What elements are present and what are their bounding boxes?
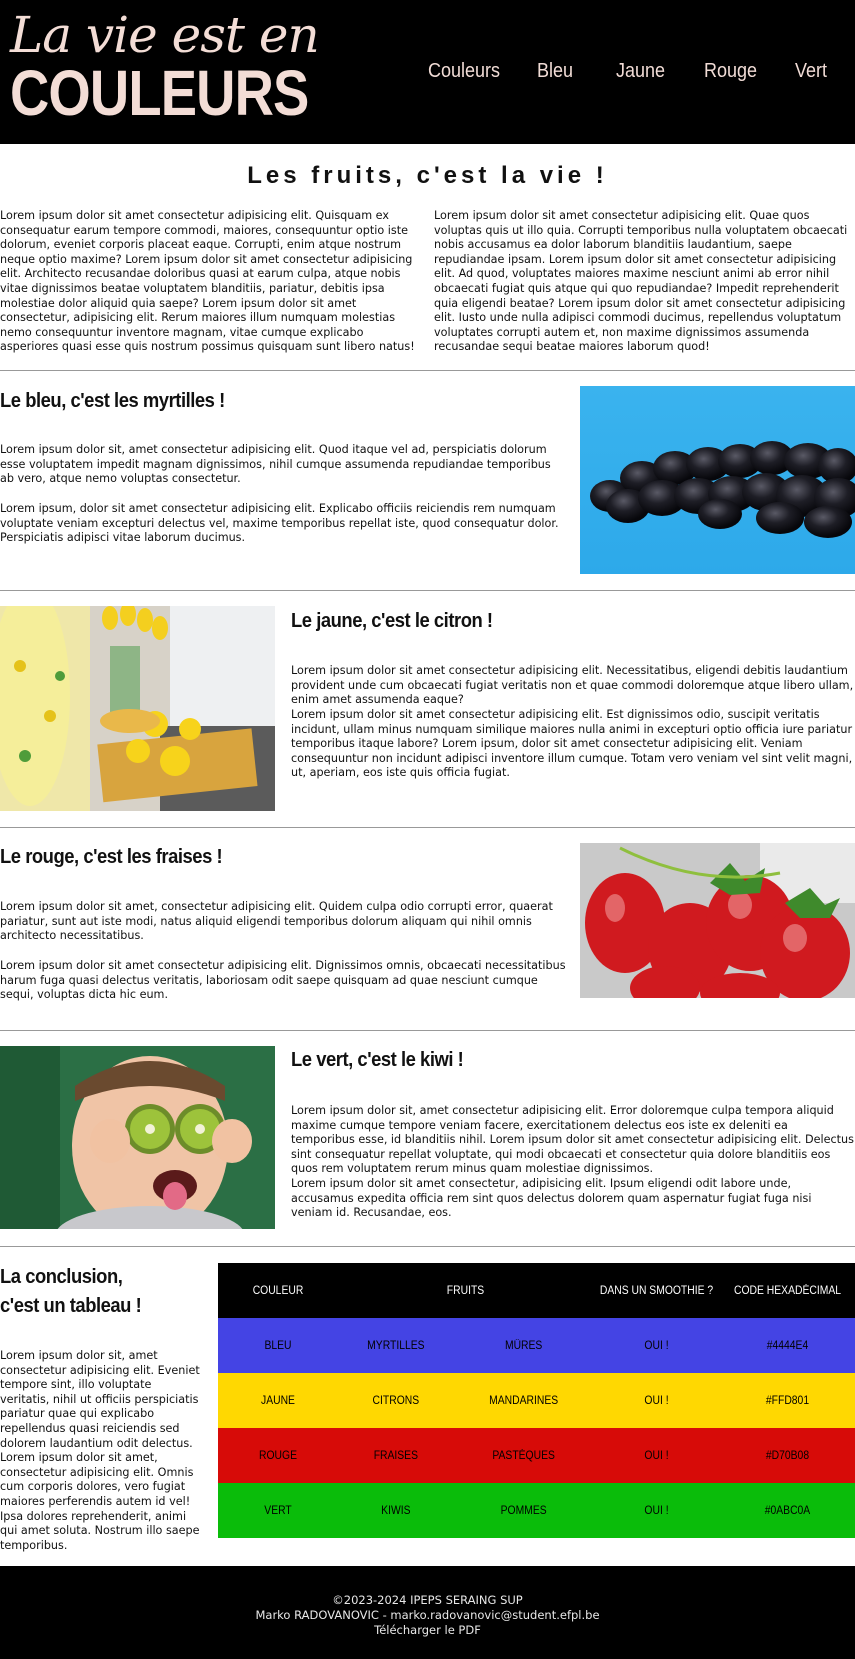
cell-fruit: CITRONS bbox=[372, 1394, 420, 1407]
section-divider bbox=[0, 827, 855, 828]
table-row: ROUGE FRAISES PASTÈQUES OUI ! #D70B08 bbox=[218, 1428, 855, 1483]
conclusion-title-line1: La conclusion, bbox=[0, 1266, 123, 1288]
nav-link-couleurs[interactable]: Couleurs bbox=[428, 60, 500, 83]
strawberries-image bbox=[580, 843, 855, 998]
table-row: JAUNE CITRONS MANDARINES OUI ! #FFD801 bbox=[218, 1373, 855, 1428]
cell-smoothie: OUI ! bbox=[644, 1504, 669, 1517]
nav-link-rouge[interactable]: Rouge bbox=[704, 60, 757, 83]
cell-couleur: VERT bbox=[264, 1504, 292, 1517]
section-divider bbox=[0, 590, 855, 591]
cell-fruit: PASTÈQUES bbox=[492, 1449, 555, 1462]
section-divider bbox=[0, 1030, 855, 1031]
cell-hex: #D70B08 bbox=[765, 1449, 810, 1462]
bleu-paragraph-2: Lorem ipsum, dolor sit amet consectetur … bbox=[0, 502, 559, 545]
cell-fruit: MANDARINES bbox=[488, 1394, 558, 1407]
cell-fruit: POMMES bbox=[500, 1504, 547, 1517]
footer-author: Marko RADOVANOVIC - marko.radovanovic@st… bbox=[255, 1608, 600, 1622]
table-row: VERT KIWIS POMMES OUI ! #0ABC0A bbox=[218, 1483, 855, 1538]
table-header-hex: CODE HEXADÉCIMAL bbox=[734, 1284, 841, 1297]
cell-couleur: JAUNE bbox=[261, 1394, 295, 1407]
cell-smoothie: OUI ! bbox=[644, 1339, 669, 1352]
section-divider bbox=[0, 1246, 855, 1247]
cell-fruit: MYRTILLES bbox=[367, 1339, 425, 1352]
nav-link-jaune[interactable]: Jaune bbox=[616, 60, 665, 83]
footer-copyright: ©2023-2024 IPEPS SERAING SUP bbox=[332, 1593, 523, 1607]
cell-couleur: BLEU bbox=[264, 1339, 292, 1352]
site-footer: ©2023-2024 IPEPS SERAING SUP Marko RADOV… bbox=[0, 1566, 855, 1659]
cell-hex: #0ABC0A bbox=[764, 1504, 811, 1517]
kiwi-boy-image bbox=[0, 1046, 275, 1229]
table-header-fruits: FRUITS bbox=[446, 1284, 485, 1297]
section-title-jaune: Le jaune, c'est le citron ! bbox=[291, 610, 493, 632]
intro-paragraph-right: Lorem ipsum dolor sit amet consectetur a… bbox=[434, 209, 848, 354]
lemons-image bbox=[0, 606, 275, 811]
download-pdf-link[interactable]: Télécharger le PDF bbox=[374, 1623, 481, 1637]
jaune-paragraph-1: Lorem ipsum dolor sit amet consectetur a… bbox=[291, 664, 854, 707]
site-header: La vie est en COULEURS Couleurs Bleu Jau… bbox=[0, 0, 855, 144]
fruits-table: COULEUR FRUITS DANS UN SMOOTHIE ? CODE H… bbox=[218, 1263, 855, 1538]
section-title-bleu: Le bleu, c'est les myrtilles ! bbox=[0, 390, 225, 412]
table-row: BLEU MYRTILLES MÛRES OUI ! #4444E4 bbox=[218, 1318, 855, 1373]
blackberries-image bbox=[580, 386, 855, 574]
cell-smoothie: OUI ! bbox=[644, 1394, 669, 1407]
section-title-rouge: Le rouge, c'est les fraises ! bbox=[0, 846, 223, 868]
table-header-couleur: COULEUR bbox=[252, 1284, 304, 1297]
nav-link-bleu[interactable]: Bleu bbox=[537, 60, 573, 83]
intro-paragraph-left: Lorem ipsum dolor sit amet consectetur a… bbox=[0, 209, 415, 354]
vert-paragraph-2: Lorem ipsum dolor sit amet consectetur, … bbox=[291, 1177, 812, 1220]
bleu-paragraph-1: Lorem ipsum dolor sit, amet consectetur … bbox=[0, 443, 551, 486]
nav-link-vert[interactable]: Vert bbox=[795, 60, 827, 83]
section-divider bbox=[0, 370, 855, 371]
rouge-paragraph-2: Lorem ipsum dolor sit amet consectetur a… bbox=[0, 959, 566, 1002]
cell-fruit: KIWIS bbox=[381, 1504, 411, 1517]
conclusion-paragraph: Lorem ipsum dolor sit, amet consectetur … bbox=[0, 1349, 200, 1552]
jaune-paragraph-2: Lorem ipsum dolor sit amet consectetur a… bbox=[291, 708, 853, 780]
cell-smoothie: OUI ! bbox=[644, 1449, 669, 1462]
cell-hex: #FFD801 bbox=[765, 1394, 810, 1407]
conclusion-title-line2: c'est un tableau ! bbox=[0, 1295, 142, 1317]
cell-fruit: MÛRES bbox=[504, 1339, 543, 1352]
vert-paragraph-1: Lorem ipsum dolor sit, amet consectetur … bbox=[291, 1104, 854, 1176]
section-title-vert: Le vert, c'est le kiwi ! bbox=[291, 1049, 464, 1071]
page-title: Les fruits, c'est la vie ! bbox=[247, 162, 608, 189]
table-header-row: COULEUR FRUITS DANS UN SMOOTHIE ? CODE H… bbox=[218, 1263, 855, 1318]
rouge-paragraph-1: Lorem ipsum dolor sit amet, consectetur … bbox=[0, 900, 553, 943]
cell-couleur: ROUGE bbox=[259, 1449, 297, 1462]
logo-title-text: COULEURS bbox=[10, 57, 309, 129]
cell-hex: #4444E4 bbox=[766, 1339, 809, 1352]
table-header-smoothie: DANS UN SMOOTHIE ? bbox=[599, 1284, 714, 1297]
cell-fruit: FRAISES bbox=[373, 1449, 418, 1462]
